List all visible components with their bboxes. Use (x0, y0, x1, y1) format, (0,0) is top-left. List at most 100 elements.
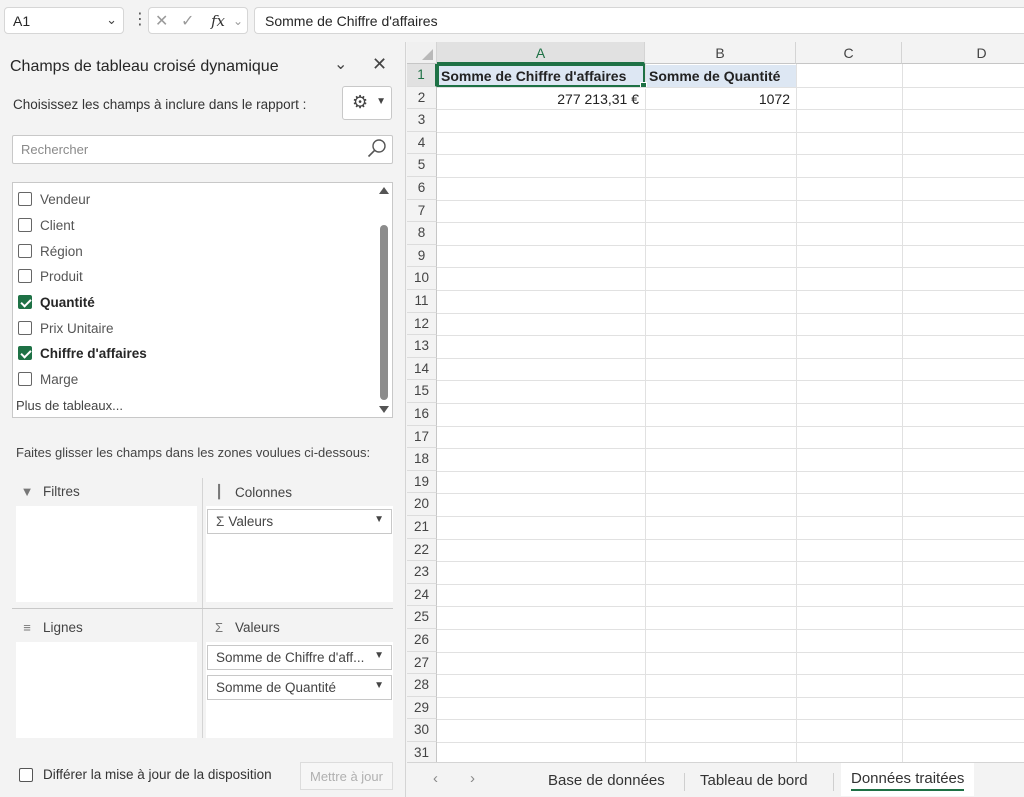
row-header[interactable]: 30 (407, 719, 437, 742)
search-icon[interactable] (366, 138, 388, 160)
row-header[interactable]: 9 (407, 244, 437, 268)
checkbox-checked[interactable] (18, 346, 32, 360)
row-header[interactable]: 28 (407, 674, 437, 697)
chevron-down-icon[interactable]: ⌄ (334, 54, 347, 74)
row-header[interactable]: 5 (407, 154, 437, 177)
name-box[interactable]: A1 ⌄ (4, 7, 124, 34)
filters-drop-zone[interactable] (16, 506, 197, 602)
column-header-a[interactable]: A (437, 42, 645, 64)
checkbox[interactable] (18, 244, 32, 258)
row-header[interactable]: 17 (407, 425, 437, 449)
grid-line (437, 561, 1024, 563)
field-item-client[interactable]: Client (18, 214, 75, 236)
grid-line (437, 719, 1024, 721)
checkbox[interactable] (18, 372, 32, 386)
insert-function-button[interactable]: fx (211, 12, 225, 30)
checkbox-checked[interactable] (18, 295, 32, 309)
checkbox[interactable] (18, 218, 32, 232)
row-header[interactable]: 20 (407, 493, 437, 516)
row-header[interactable]: 24 (407, 583, 437, 607)
checkbox[interactable] (19, 767, 33, 782)
row-header[interactable]: 2 (407, 86, 437, 110)
tab-tableau-de-bord[interactable]: Tableau de bord (700, 772, 808, 789)
field-list-scrollbar[interactable] (378, 185, 390, 415)
row-header[interactable]: 22 (407, 538, 437, 562)
field-item-marge[interactable]: Marge (18, 368, 78, 390)
columns-zone-header: ┃ Colonnes (212, 484, 292, 500)
next-sheet-icon[interactable]: › (470, 770, 475, 787)
column-header-b[interactable]: B (645, 42, 796, 64)
row-header[interactable]: 13 (407, 335, 437, 358)
more-tables-link[interactable]: Plus de tableaux... (16, 398, 123, 413)
grid-line (437, 131, 1024, 133)
row-header[interactable]: 21 (407, 516, 437, 539)
row-header[interactable]: 1 (407, 64, 437, 87)
zone-label: Lignes (43, 620, 83, 635)
prev-sheet-icon[interactable]: ‹ (433, 770, 438, 787)
checkbox[interactable] (18, 269, 32, 283)
row-header[interactable]: 8 (407, 222, 437, 245)
field-item-vendeur[interactable]: Vendeur (18, 188, 90, 210)
gear-icon: ⚙ (352, 92, 369, 112)
cell-b1[interactable]: Somme de Quantité (646, 65, 796, 87)
row-header[interactable]: 4 (407, 131, 437, 155)
row-header[interactable]: 16 (407, 403, 437, 426)
row-header[interactable]: 12 (407, 312, 437, 336)
chevron-down-icon[interactable]: ▼ (374, 650, 384, 661)
row-header[interactable]: 11 (407, 290, 437, 313)
row-header[interactable]: 7 (407, 199, 437, 223)
rows-drop-zone[interactable] (16, 642, 197, 738)
column-header-c[interactable]: C (796, 42, 902, 64)
field-item-region[interactable]: Région (18, 240, 83, 262)
formula-input[interactable]: Somme de Chiffre d'affaires (254, 7, 1024, 34)
row-header[interactable]: 23 (407, 561, 437, 584)
row-header[interactable]: 14 (407, 357, 437, 381)
row-header[interactable]: 31 (407, 742, 437, 762)
row-header[interactable]: 29 (407, 696, 437, 720)
checkbox[interactable] (18, 321, 32, 335)
row-header[interactable]: 18 (407, 448, 437, 471)
confirm-icon[interactable]: ✓ (181, 11, 194, 31)
grid-line (437, 629, 1024, 630)
tab-base-de-donnees[interactable]: Base de données (548, 772, 665, 789)
search-input[interactable] (13, 136, 353, 163)
values-item-chiffre-affaires[interactable]: Somme de Chiffre d'aff... ▼ (207, 645, 392, 670)
cell-a2[interactable]: 277 213,31 € (438, 88, 645, 110)
update-button[interactable]: Mettre à jour (300, 762, 393, 790)
values-item-quantite[interactable]: Somme de Quantité ▼ (207, 675, 392, 700)
column-header-d[interactable]: D (902, 42, 1024, 64)
chevron-down-icon[interactable]: ⌄ (106, 12, 117, 28)
select-all-corner[interactable] (407, 42, 437, 64)
field-item-prix-unitaire[interactable]: Prix Unitaire (18, 317, 114, 339)
row-header[interactable]: 10 (407, 267, 437, 290)
row-header[interactable]: 3 (407, 109, 437, 132)
row-header[interactable]: 15 (407, 380, 437, 403)
chevron-down-icon[interactable]: ⌄ (233, 14, 243, 28)
row-header[interactable]: 19 (407, 470, 437, 494)
row-header[interactable]: 25 (407, 606, 437, 629)
columns-item-valeurs[interactable]: Σ Valeurs ▼ (207, 509, 392, 534)
row-header[interactable]: 6 (407, 177, 437, 200)
scroll-up-icon[interactable] (379, 187, 389, 194)
chevron-down-icon[interactable]: ▼ (374, 514, 384, 525)
grid-line (437, 696, 1024, 698)
cancel-icon[interactable]: ✕ (155, 11, 168, 31)
checkbox[interactable] (18, 192, 32, 206)
grid-line (796, 64, 797, 762)
defer-update-option[interactable]: Différer la mise à jour de la dispositio… (19, 767, 272, 782)
more-options-icon[interactable]: ⋮ (132, 9, 148, 29)
close-icon[interactable]: ✕ (372, 54, 387, 75)
field-item-produit[interactable]: Produit (18, 265, 83, 287)
field-list-settings-button[interactable]: ⚙ ▼ (342, 86, 392, 120)
row-header[interactable]: 26 (407, 629, 437, 652)
panel-title: Champs de tableau croisé dynamique (10, 58, 279, 75)
row-header[interactable]: 27 (407, 651, 437, 675)
field-item-quantite[interactable]: Quantité (18, 291, 95, 313)
field-item-chiffre-affaires[interactable]: Chiffre d'affaires (18, 342, 147, 364)
scroll-thumb[interactable] (380, 225, 388, 400)
cell-b2[interactable]: 1072 (646, 88, 796, 110)
chevron-down-icon[interactable]: ▼ (374, 680, 384, 691)
tab-donnees-traitees[interactable]: Données traitées (841, 763, 975, 796)
spreadsheet-grid[interactable]: A B C D 1 2 3 4 5 6 7 8 9 10 11 12 13 14 15 16 17 18 19 20 2… (407, 42, 1024, 762)
scroll-down-icon[interactable] (379, 406, 389, 413)
